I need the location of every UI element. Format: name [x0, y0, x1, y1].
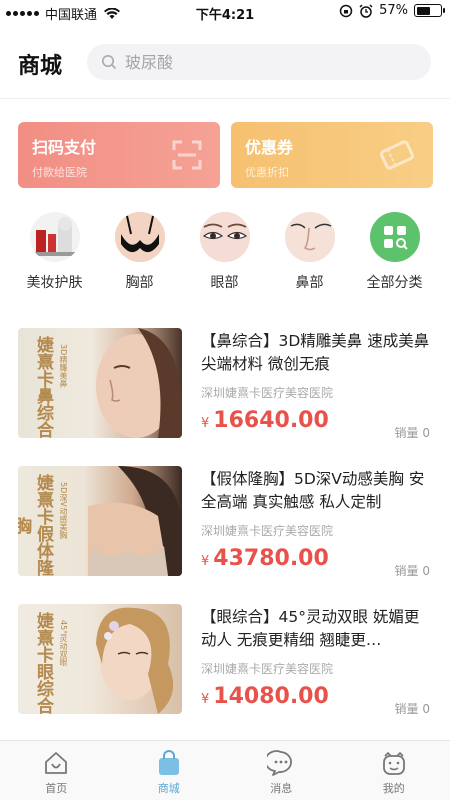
tab-bar: 首页 商城 消息 我的	[0, 740, 450, 800]
scan-pay-card[interactable]: 扫码支付 付款给医院	[18, 122, 220, 188]
tab-profile[interactable]: 我的	[338, 741, 450, 800]
product-shop: 深圳婕熹卡医疗美容医院	[201, 662, 334, 676]
search-icon	[102, 55, 117, 70]
currency-symbol: ¥	[201, 416, 210, 431]
product-item[interactable]: 婕熹卡眼综合 45°灵动双眼 【眼综合】45°灵动双眼 妩媚更动人 无痕更精细 …	[18, 604, 432, 716]
category-label: 鼻部	[295, 275, 324, 291]
skincare-icon	[29, 212, 80, 262]
product-price: ¥43780.00	[201, 546, 329, 571]
battery-percent: 57%	[379, 3, 408, 18]
product-thumb-text: 婕熹卡假体隆胸	[18, 474, 53, 576]
category-chest[interactable]: 胸部	[97, 212, 182, 292]
product-price: ¥14080.00	[201, 684, 329, 709]
grid-search-icon	[369, 212, 420, 262]
category-eye[interactable]: 眼部	[182, 212, 267, 292]
rotation-lock-icon	[339, 4, 353, 17]
product-shop: 深圳婕熹卡医疗美容医院	[201, 524, 334, 538]
alarm-icon	[359, 3, 373, 18]
category-row: 美妆护肤 胸部 眼部 鼻部 全部分类	[0, 212, 450, 292]
page-title: 商城	[18, 54, 63, 79]
message-icon	[267, 750, 293, 776]
product-thumb-subtext: 3D精雕美鼻	[59, 344, 68, 388]
product-item[interactable]: 婕熹卡鼻综合 3D精雕美鼻 【鼻综合】3D精雕美鼻 速成美鼻 尖端材料 微创无痕…	[18, 328, 432, 440]
tab-label: 商城	[157, 782, 180, 795]
product-price: ¥16640.00	[201, 408, 329, 433]
header: 商城	[0, 40, 450, 84]
category-nose[interactable]: 鼻部	[267, 212, 352, 292]
profile-icon	[382, 751, 405, 775]
tab-mall[interactable]: 商城	[113, 741, 226, 800]
home-icon	[45, 752, 68, 774]
product-sales: 销量 0	[394, 426, 430, 440]
divider	[0, 98, 450, 99]
category-skincare[interactable]: 美妆护肤	[12, 212, 97, 292]
status-bar: 中国联通 下午4:21 57%	[0, 0, 450, 24]
scan-icon	[172, 140, 202, 170]
product-image: 婕熹卡假体隆胸 5D深V动感美胸	[18, 466, 182, 576]
category-label: 全部分类	[366, 275, 423, 291]
search-bar[interactable]	[87, 44, 431, 80]
search-input[interactable]	[125, 52, 405, 72]
product-image: 婕熹卡鼻综合 3D精雕美鼻	[18, 328, 182, 438]
product-thumb-subtext: 5D深V动感美胸	[59, 482, 68, 539]
product-image: 婕熹卡眼综合 45°灵动双眼	[18, 604, 182, 714]
price-value: 14080.00	[213, 684, 329, 709]
product-sales: 销量 0	[394, 702, 430, 716]
category-label: 眼部	[210, 275, 239, 291]
tab-label: 消息	[270, 782, 293, 795]
tab-label: 我的	[382, 782, 405, 795]
product-title: 【假体隆胸】5D深V动感美胸 安全高端 真实触感 私人定制	[201, 470, 425, 511]
category-all[interactable]: 全部分类	[352, 212, 437, 292]
nose-icon	[284, 212, 335, 262]
category-label: 美妆护肤	[26, 275, 83, 291]
price-value: 43780.00	[213, 546, 329, 571]
product-item[interactable]: 婕熹卡假体隆胸 5D深V动感美胸 【假体隆胸】5D深V动感美胸 安全高端 真实触…	[18, 466, 432, 578]
product-shop: 深圳婕熹卡医疗美容医院	[201, 386, 334, 400]
product-thumb-text: 婕熹卡眼综合	[33, 612, 53, 714]
chest-icon	[114, 212, 165, 262]
coupon-card[interactable]: 优惠券 优惠折扣	[231, 122, 433, 188]
currency-symbol: ¥	[201, 692, 210, 707]
battery-icon	[414, 4, 445, 17]
currency-symbol: ¥	[201, 554, 210, 569]
category-label: 胸部	[125, 275, 154, 291]
product-thumb-subtext: 45°灵动双眼	[59, 620, 68, 667]
tab-label: 首页	[45, 782, 68, 795]
tab-messages[interactable]: 消息	[225, 741, 338, 800]
shopping-bag-icon	[158, 750, 179, 775]
product-title: 【眼综合】45°灵动双眼 妩媚更动人 无痕更精细 翘睫更…	[201, 608, 420, 649]
price-value: 16640.00	[213, 408, 329, 433]
product-sales: 销量 0	[394, 564, 430, 578]
product-title: 【鼻综合】3D精雕美鼻 速成美鼻 尖端材料 微创无痕	[201, 332, 430, 373]
product-thumb-text: 婕熹卡鼻综合	[33, 336, 53, 438]
tab-home[interactable]: 首页	[0, 741, 113, 800]
ticket-icon	[379, 140, 415, 170]
eye-icon	[199, 212, 250, 262]
